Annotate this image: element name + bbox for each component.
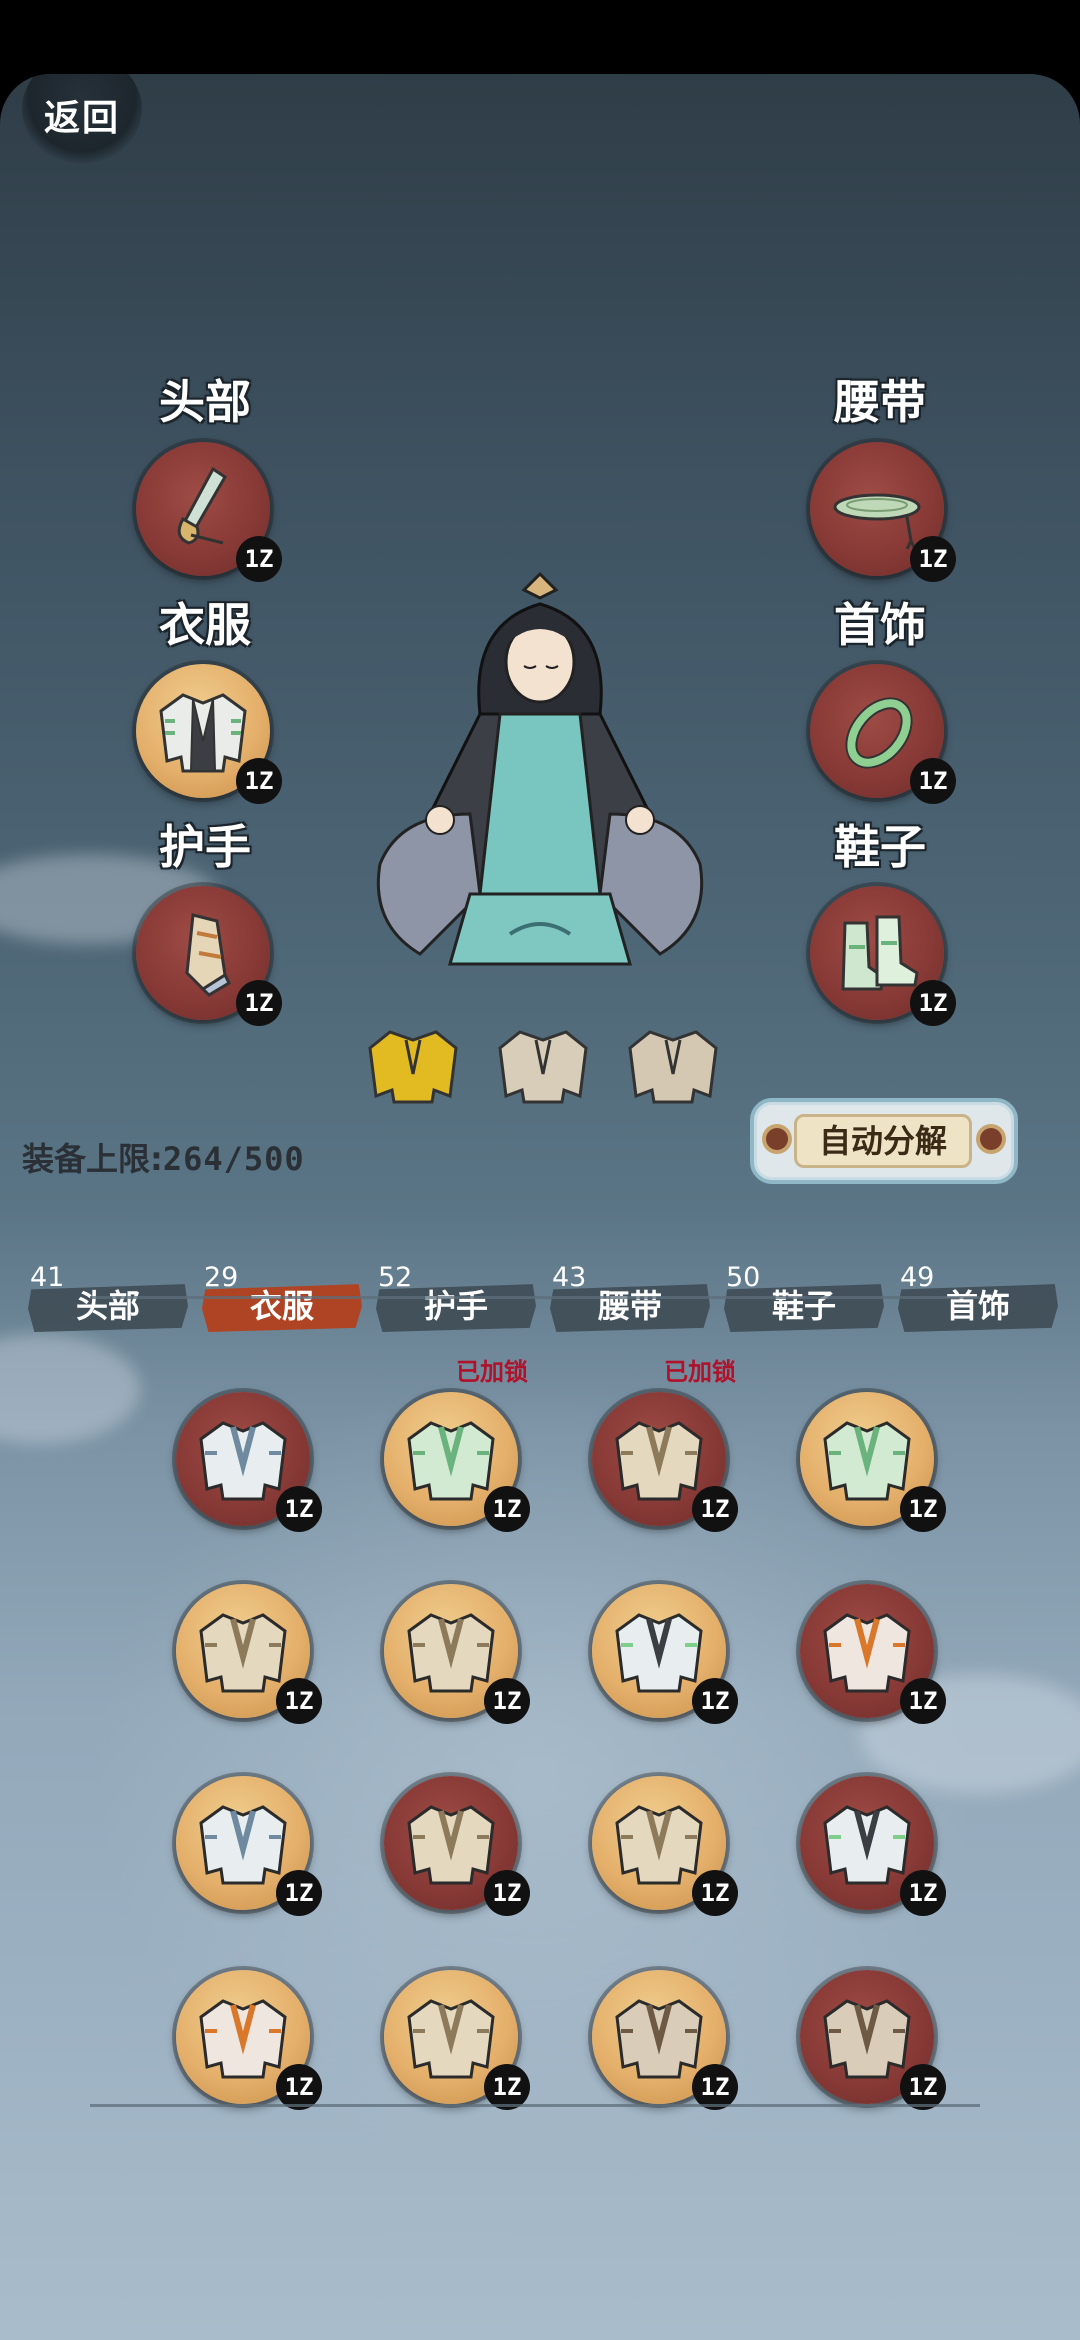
inventory-item[interactable]: 1Z	[176, 1584, 322, 1724]
level-badge: 1Z	[484, 1486, 530, 1532]
slot-label-gloves: 护手	[159, 820, 251, 874]
bracelet-icon	[845, 697, 913, 769]
robe-icon	[823, 1421, 911, 1501]
robe-icon	[615, 1613, 703, 1693]
level-badge: 1Z	[484, 1678, 530, 1724]
level-badge: 1Z	[692, 1678, 738, 1724]
robe-icon	[407, 1613, 495, 1693]
level-badge: 1Z	[276, 1678, 322, 1724]
robe-icon	[615, 1999, 703, 2079]
button-ornament	[980, 1128, 1002, 1150]
level-badge: 1Z	[236, 980, 282, 1026]
inventory-item[interactable]: 1Z	[800, 1970, 946, 2110]
tab-label: 头部	[75, 1287, 140, 1325]
tab-label: 腰带	[597, 1287, 662, 1325]
level-badge: 1Z	[276, 1486, 322, 1532]
inventory-item[interactable]: 1Z	[592, 1584, 738, 1724]
slot-label-shoes: 鞋子	[834, 820, 926, 874]
robe-icon	[823, 1999, 911, 2079]
level-badge: 1Z	[910, 536, 956, 582]
equip-slot-jewelry[interactable]: 1Z	[810, 664, 956, 804]
tab-5[interactable]: 首饰	[898, 1280, 1058, 1332]
inventory-item[interactable]: 1Z 已加锁	[384, 1358, 530, 1532]
inventory-item[interactable]: 1Z	[176, 1392, 322, 1532]
slot-label-clothes: 衣服	[159, 598, 251, 652]
costume-preview-gold[interactable]	[368, 1024, 458, 1104]
equip-slot-gloves[interactable]: 1Z	[136, 886, 282, 1026]
costume-preview-plain[interactable]	[628, 1024, 718, 1104]
tab-1[interactable]: 衣服	[202, 1280, 362, 1332]
robe-icon	[823, 1805, 911, 1885]
locked-tag: 已加锁	[664, 1358, 736, 1386]
robe-icon	[407, 1805, 495, 1885]
character-avatar	[376, 571, 704, 966]
equipment-capacity: 装备上限:264/500	[22, 1134, 305, 1180]
level-badge: 1Z	[276, 1870, 322, 1916]
equip-slot-shoes[interactable]: 1Z	[810, 886, 956, 1026]
auto-decompose-label: 自动分解	[794, 1114, 972, 1168]
inventory-item[interactable]: 1Z	[384, 1970, 530, 2110]
hairpin-icon	[177, 466, 228, 545]
robe-icon	[199, 1805, 287, 1885]
robe-icon	[615, 1421, 703, 1501]
tab-label: 衣服	[249, 1287, 314, 1325]
robe-icon	[407, 1421, 495, 1501]
capacity-value: 264/500	[162, 1140, 305, 1178]
equip-slot-clothes[interactable]: 1Z	[136, 664, 282, 804]
inventory-item[interactable]: 1Z	[592, 1970, 738, 2110]
robe-icon	[159, 693, 247, 773]
level-badge: 1Z	[236, 536, 282, 582]
belt-icon	[833, 493, 921, 550]
equip-slot-belt[interactable]: 1Z	[810, 442, 956, 582]
robe-icon	[199, 1613, 287, 1693]
level-badge: 1Z	[910, 758, 956, 804]
slot-label-head: 头部	[159, 375, 251, 429]
game-screen: 返回 头部 衣服 护手 腰带 首饰 鞋子 1Z 1Z 1Z 1Z 1Z 1Z 装…	[0, 74, 1080, 2340]
tab-2[interactable]: 护手	[376, 1280, 536, 1332]
divider-top	[90, 1296, 980, 1299]
slot-label-jewelry: 首饰	[834, 598, 926, 652]
level-badge: 1Z	[900, 1870, 946, 1916]
tab-3[interactable]: 腰带	[550, 1280, 710, 1332]
tab-4[interactable]: 鞋子	[724, 1280, 884, 1332]
inventory-item[interactable]: 1Z	[384, 1776, 530, 1916]
inventory-item[interactable]: 1Z 已加锁	[592, 1358, 738, 1532]
robe-icon	[823, 1613, 911, 1693]
level-badge: 1Z	[900, 1678, 946, 1724]
bracer-icon	[185, 913, 231, 997]
boots-icon	[841, 915, 919, 991]
capacity-label: 装备上限:	[22, 1140, 163, 1178]
costume-preview-plain[interactable]	[498, 1024, 588, 1104]
inventory-item[interactable]: 1Z	[800, 1776, 946, 1916]
inventory-item[interactable]: 1Z	[176, 1970, 322, 2110]
tab-label: 首饰	[945, 1287, 1010, 1325]
locked-tag: 已加锁	[456, 1358, 528, 1386]
robe-icon	[199, 1999, 287, 2079]
level-badge: 1Z	[692, 1486, 738, 1532]
back-button[interactable]: 返回	[22, 74, 142, 164]
robe-icon	[199, 1421, 287, 1501]
equip-slot-head[interactable]: 1Z	[136, 442, 282, 582]
slot-label-belt: 腰带	[834, 375, 926, 429]
auto-decompose-button[interactable]: 自动分解	[750, 1098, 1018, 1184]
level-badge: 1Z	[910, 980, 956, 1026]
divider-bottom	[90, 2104, 980, 2107]
level-badge: 1Z	[484, 1870, 530, 1916]
robe-icon	[615, 1805, 703, 1885]
inventory-item[interactable]: 1Z	[384, 1584, 530, 1724]
level-badge: 1Z	[692, 1870, 738, 1916]
robe-icon	[407, 1999, 495, 2079]
level-badge: 1Z	[236, 758, 282, 804]
button-ornament	[766, 1128, 788, 1150]
inventory-item[interactable]: 1Z	[800, 1584, 946, 1724]
tab-label: 护手	[423, 1287, 488, 1325]
level-badge: 1Z	[900, 1486, 946, 1532]
tab-0[interactable]: 头部	[28, 1280, 188, 1332]
inventory-item[interactable]: 1Z	[800, 1392, 946, 1532]
inventory-item[interactable]: 1Z	[176, 1776, 322, 1916]
inventory-item[interactable]: 1Z	[592, 1776, 738, 1916]
tab-label: 鞋子	[771, 1287, 836, 1325]
